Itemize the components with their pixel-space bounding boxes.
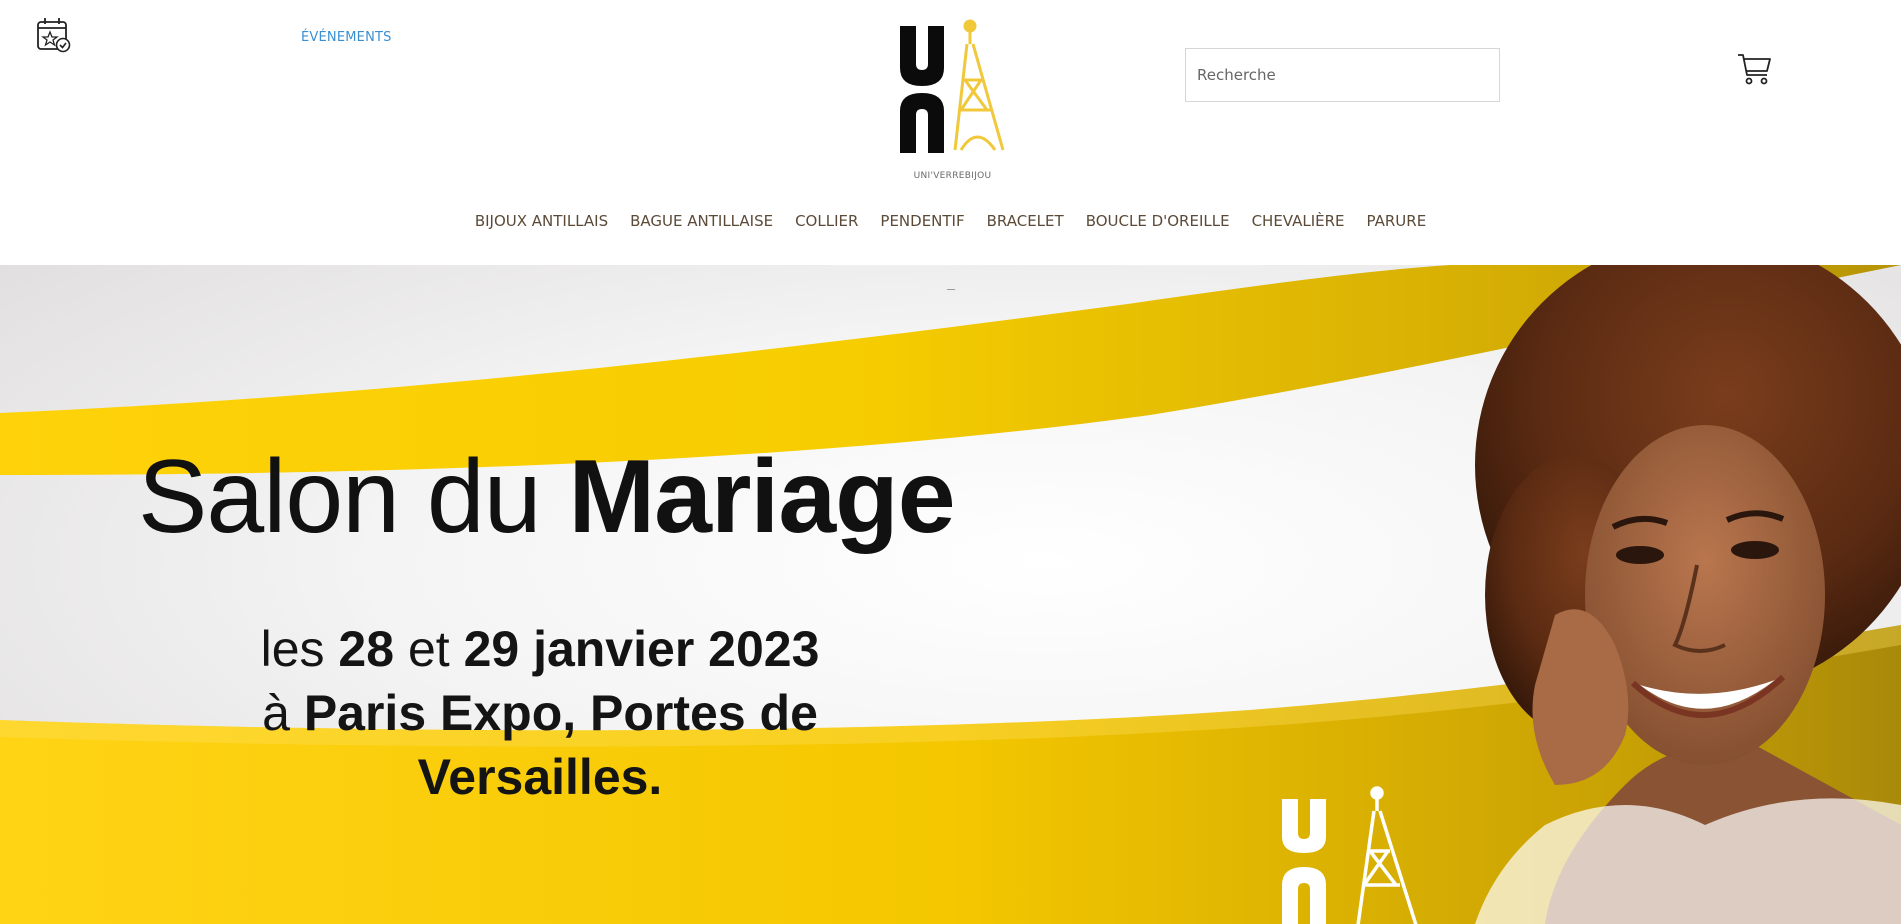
logo-caption: UNI'VERREBIJOU	[913, 171, 992, 181]
nav-item-chevaliere[interactable]: CHEVALIÈRE	[1252, 212, 1345, 230]
main-navigation: BIJOUX ANTILLAIS BAGUE ANTILLAISE COLLIE…	[0, 212, 1901, 230]
hero-sub-venue: Paris Expo, Portes de	[303, 685, 818, 741]
search-box[interactable]	[1185, 48, 1500, 102]
hero-title-bold: Mariage	[568, 439, 955, 555]
hero-sub-word: les	[260, 621, 325, 677]
events-link[interactable]: ÉVÉNEMENTS	[301, 30, 392, 45]
slider-indicator[interactable]	[947, 289, 955, 290]
nav-item-bijoux-antillais[interactable]: BIJOUX ANTILLAIS	[475, 212, 608, 230]
nav-item-bague-antillaise[interactable]: BAGUE ANTILLAISE	[630, 212, 773, 230]
hero-title: Salon du Mariage	[138, 445, 956, 549]
calendar-star-icon[interactable]	[35, 16, 73, 54]
search-input[interactable]	[1186, 49, 1499, 101]
model-portrait-image	[1375, 265, 1901, 924]
hero-subtitle: les 28 et 29 janvier 2023 à Paris Expo, …	[150, 617, 930, 809]
nav-item-bracelet[interactable]: BRACELET	[987, 212, 1064, 230]
hero-sub-venue-end: Versailles.	[417, 749, 663, 805]
nav-item-parure[interactable]: PARURE	[1367, 212, 1427, 230]
nav-item-pendentif[interactable]: PENDENTIF	[880, 212, 964, 230]
hero-sub-date1: 28	[338, 621, 395, 677]
shopping-cart-icon[interactable]	[1737, 50, 1773, 86]
nav-item-collier[interactable]: COLLIER	[795, 212, 858, 230]
hero-sub-word: et	[407, 621, 450, 677]
hero-title-light: Salon du	[138, 439, 542, 555]
nav-item-boucle-oreille[interactable]: BOUCLE D'OREILLE	[1086, 212, 1230, 230]
hero-sub-word: à	[262, 685, 290, 741]
hero-banner[interactable]: Salon du Mariage les 28 et 29 janvier 20…	[0, 265, 1901, 924]
hero-logo	[1278, 775, 1428, 924]
brand-logo[interactable]	[895, 18, 1010, 158]
hero-sub-date2: 29 janvier 2023	[463, 621, 820, 677]
